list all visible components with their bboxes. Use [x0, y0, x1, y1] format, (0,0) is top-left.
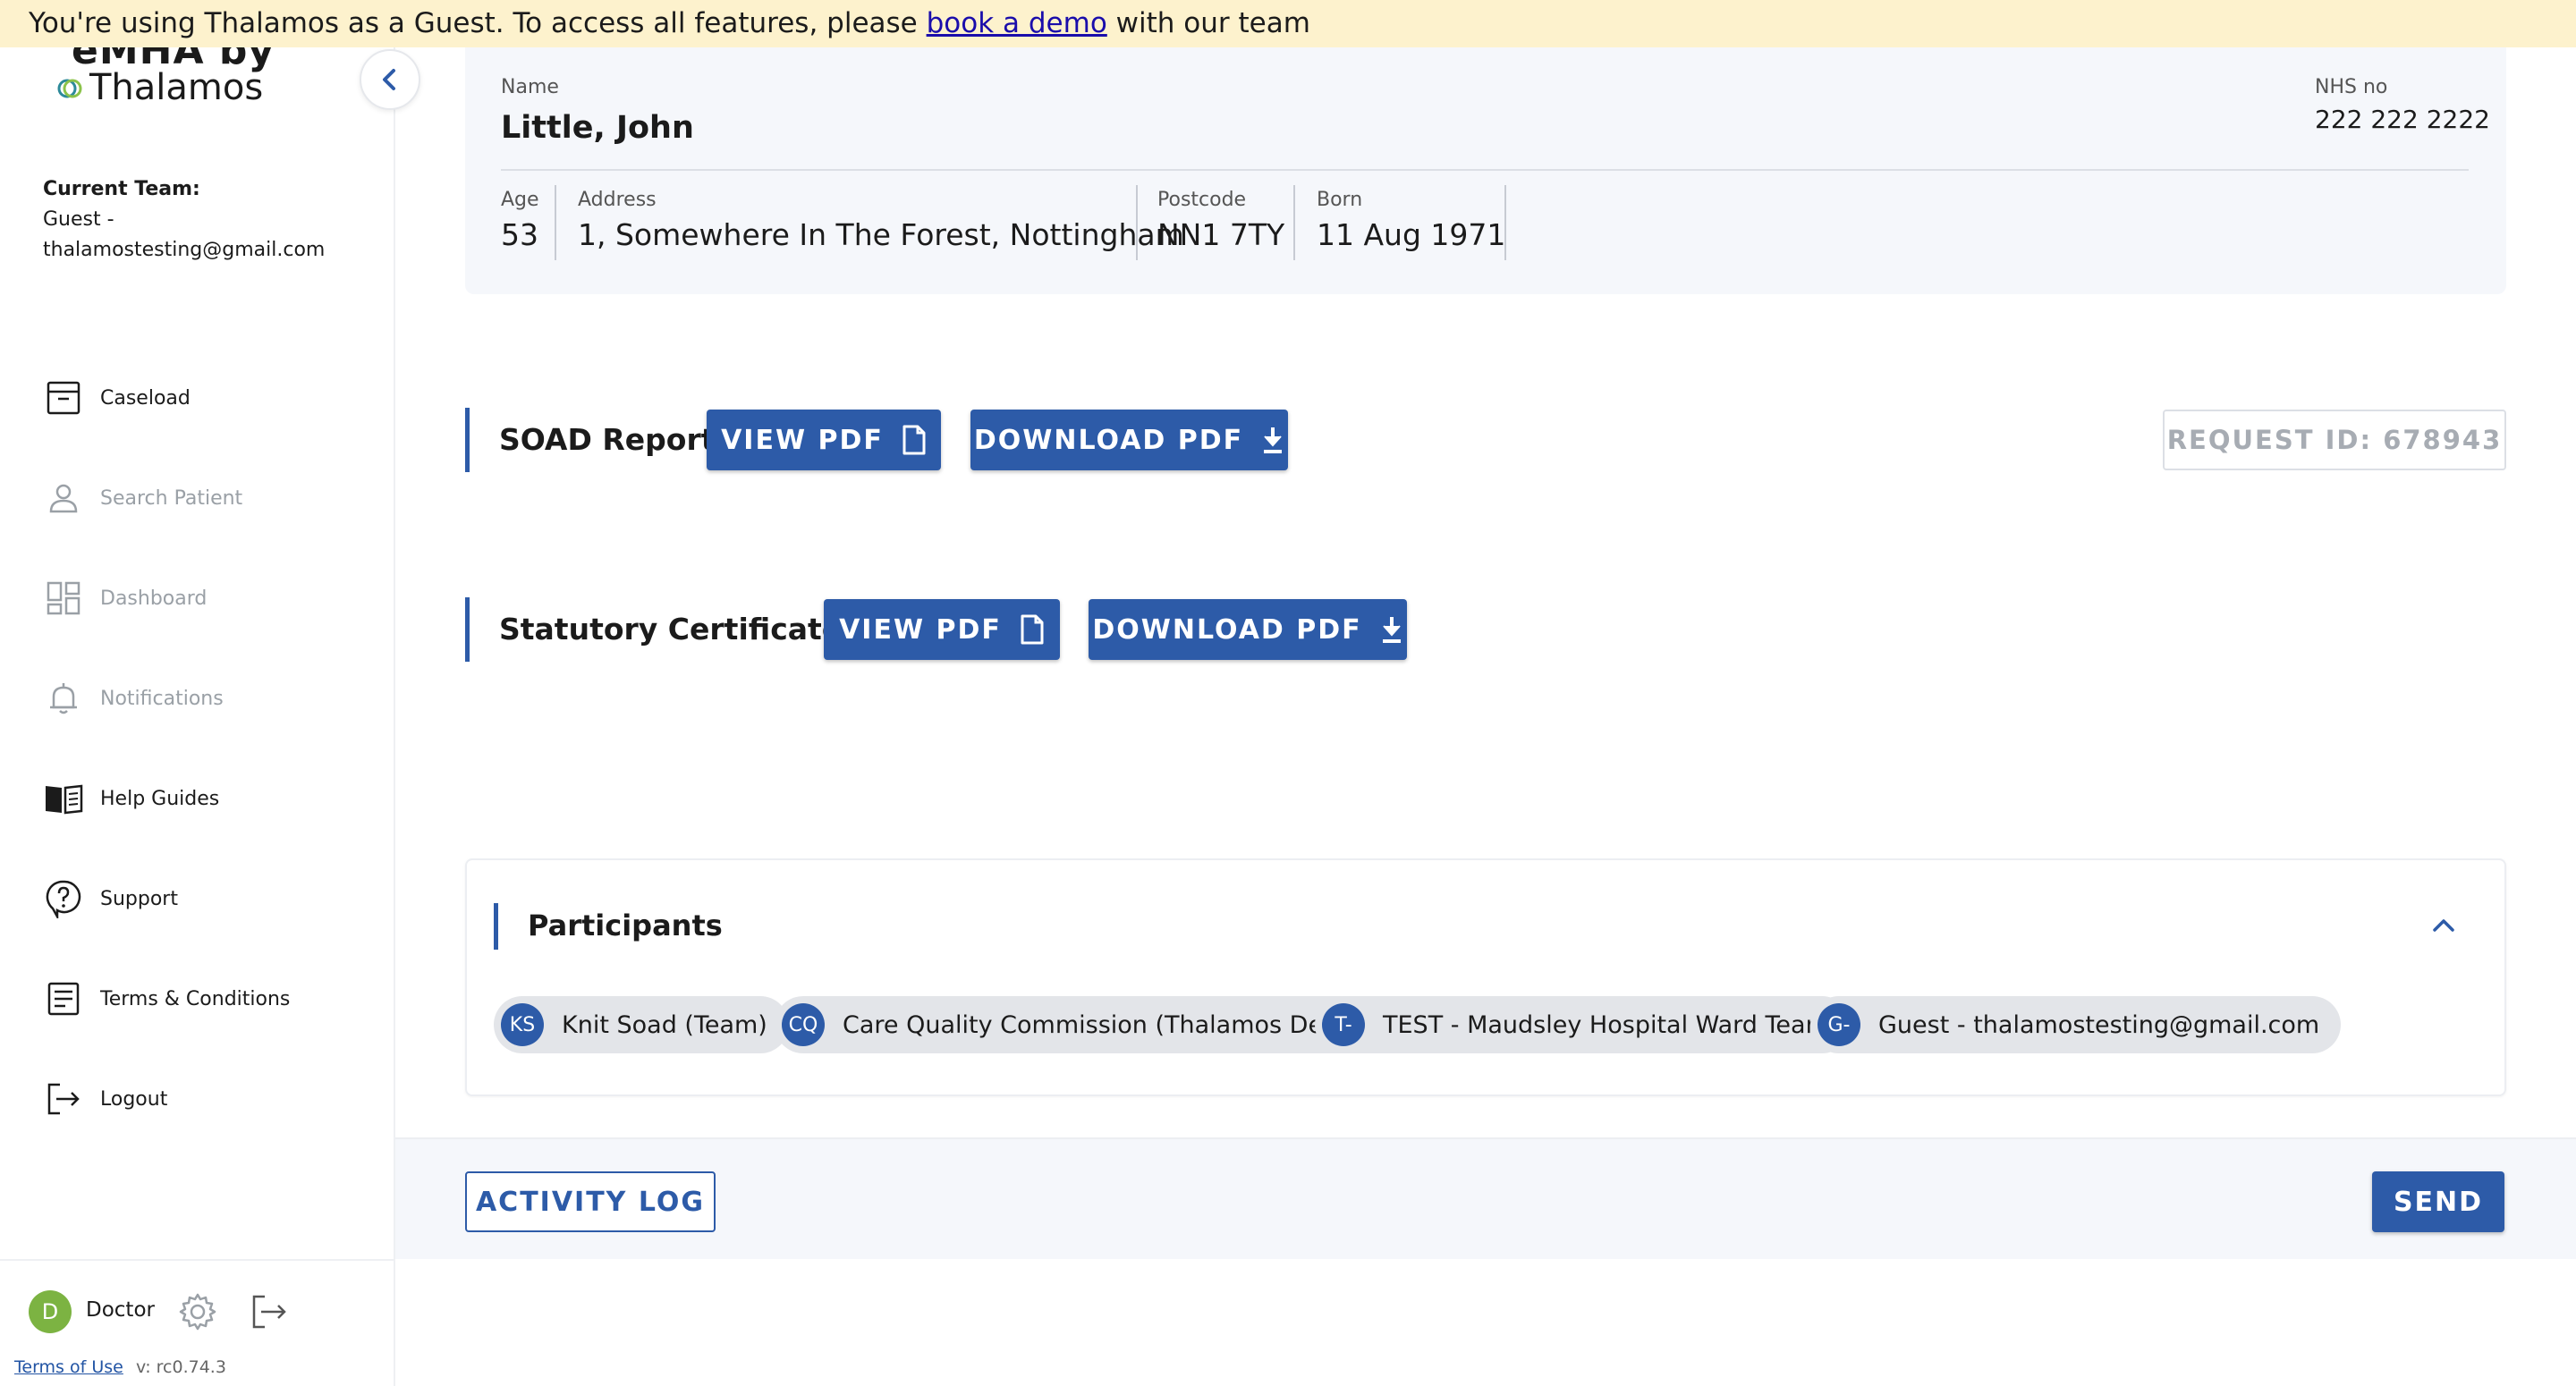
logout-icon [43, 1078, 84, 1120]
sidebar-item-label: Support [100, 887, 178, 910]
soad-view-pdf-button[interactable]: VIEW PDF [707, 410, 941, 470]
archive-box-icon [43, 377, 84, 418]
bell-icon [43, 678, 84, 719]
current-team-line1: Guest - [43, 208, 114, 231]
request-id-badge: REQUEST ID: 678943 [2163, 410, 2506, 470]
patient-address: 1, Somewhere In The Forest, Nottingham [578, 217, 1184, 252]
button-label: DOWNLOAD PDF [973, 424, 1244, 456]
participant-initials: KS [501, 1003, 544, 1046]
section-accent-bar [465, 408, 470, 472]
nhs-number: 222 222 2222 [2315, 105, 2490, 134]
sidebar-item-search-patient[interactable]: Search Patient [43, 471, 242, 525]
soad-download-pdf-button[interactable]: DOWNLOAD PDF [970, 410, 1288, 470]
banner-text-end: with our team [1106, 7, 1310, 39]
sidebar-item-logout[interactable]: Logout [43, 1072, 167, 1126]
statutory-certificates-title: Statutory Certificates [499, 612, 860, 647]
nhs-label: NHS no [2315, 76, 2388, 98]
participant-name: Guest - thalamostesting@gmail.com [1878, 1010, 2320, 1039]
patient-name: Little, John [501, 110, 694, 146]
book-demo-link[interactable]: book a demo [927, 7, 1107, 39]
sign-out-icon[interactable] [249, 1291, 290, 1332]
document-icon [1021, 614, 1044, 645]
sidebar-item-label: Notifications [100, 687, 224, 710]
address-label: Address [578, 189, 657, 211]
banner-text: You're using Thalamos as a Guest. To acc… [29, 7, 927, 39]
gear-icon[interactable] [177, 1291, 218, 1332]
chevron-left-icon [383, 69, 395, 90]
open-book-icon [43, 778, 84, 819]
button-label: VIEW PDF [721, 424, 884, 456]
button-label: VIEW PDF [839, 613, 1002, 646]
participant-name: Knit Soad (Team) [562, 1010, 767, 1039]
participant-chip[interactable]: KS Knit Soad (Team) [494, 996, 789, 1053]
question-bubble-icon [43, 878, 84, 919]
born-label: Born [1317, 189, 1363, 211]
current-team: Current Team: Guest - thalamostesting@gm… [43, 174, 325, 266]
avatar[interactable]: D [29, 1290, 72, 1333]
version-label: v: rc0.74.3 [136, 1357, 226, 1377]
separator [555, 185, 556, 260]
user-bar: D Doctor Terms of Use v: rc0.74.3 [0, 1259, 394, 1386]
separator [1504, 185, 1506, 260]
section-accent-bar [494, 903, 498, 950]
sidebar-item-help-guides[interactable]: Help Guides [43, 772, 219, 825]
sidebar-item-label: Help Guides [100, 787, 220, 810]
document-list-icon [43, 978, 84, 1019]
participant-initials: T- [1322, 1003, 1365, 1046]
logo-line2: Thalamos [89, 67, 264, 108]
separator [1293, 185, 1295, 260]
chevron-up-icon[interactable] [2426, 907, 2462, 942]
patient-born: 11 Aug 1971 [1317, 217, 1506, 252]
section-accent-bar [465, 597, 470, 662]
sidebar-item-label: Terms & Conditions [100, 987, 291, 1010]
collapse-sidebar-button[interactable] [360, 49, 420, 110]
sidebar-item-caseload[interactable]: Caseload [43, 371, 191, 425]
document-icon [902, 425, 926, 455]
grid-icon [43, 578, 84, 619]
participant-initials: G- [1818, 1003, 1860, 1046]
patient-age: 53 [501, 217, 538, 252]
current-team-label: Current Team: [43, 178, 200, 200]
sidebar-item-notifications[interactable]: Notifications [43, 672, 224, 725]
sidebar-item-label: Search Patient [100, 486, 243, 510]
sidebar-item-dashboard[interactable]: Dashboard [43, 571, 207, 625]
terms-of-use-link[interactable]: Terms of Use [14, 1357, 123, 1377]
guest-banner: You're using Thalamos as a Guest. To acc… [0, 0, 2576, 47]
sidebar-item-label: Caseload [100, 386, 191, 410]
sidebar-item-label: Logout [100, 1087, 168, 1111]
divider [501, 169, 2469, 171]
participant-name: Care Quality Commission (Thalamos Dev) [843, 1010, 1347, 1039]
download-icon [1264, 427, 1283, 453]
participant-chip[interactable]: T- TEST - Maudsley Hospital Ward Team [1315, 996, 1851, 1053]
person-icon [43, 477, 84, 519]
sidebar: eMHA by Thalamos Current Team: Guest - t… [0, 47, 420, 1386]
button-label: DOWNLOAD PDF [1092, 613, 1362, 646]
patient-postcode: NN1 7TY [1157, 217, 1285, 252]
participant-name: TEST - Maudsley Hospital Ward Team [1383, 1010, 1829, 1039]
age-label: Age [501, 189, 539, 211]
sidebar-item-label: Dashboard [100, 587, 208, 610]
download-icon [1382, 617, 1401, 643]
thalamos-logo-icon [57, 79, 82, 98]
app-logo[interactable]: eMHA by Thalamos [54, 47, 277, 110]
sidebar-item-support[interactable]: Support [43, 872, 178, 925]
participant-chip[interactable]: G- Guest - thalamostesting@gmail.com [1810, 996, 2342, 1053]
action-bar: ACTIVITY LOG SEND [395, 1137, 2576, 1259]
send-button[interactable]: SEND [2372, 1171, 2504, 1232]
certificates-view-pdf-button[interactable]: VIEW PDF [824, 599, 1060, 660]
participants-panel: Participants KS Knit Soad (Team) CQ Care… [465, 858, 2506, 1096]
sidebar-item-terms-conditions[interactable]: Terms & Conditions [43, 972, 290, 1026]
participants-title: Participants [528, 909, 723, 942]
participant-chip[interactable]: CQ Care Quality Commission (Thalamos Dev… [775, 996, 1368, 1053]
name-label: Name [501, 76, 559, 98]
separator [1136, 185, 1138, 260]
participant-initials: CQ [782, 1003, 825, 1046]
current-team-line2: thalamostesting@gmail.com [43, 239, 326, 261]
certificates-download-pdf-button[interactable]: DOWNLOAD PDF [1089, 599, 1407, 660]
postcode-label: Postcode [1157, 189, 1247, 211]
user-role: Doctor [86, 1298, 155, 1322]
activity-log-button[interactable]: ACTIVITY LOG [465, 1171, 716, 1232]
soad-report-title: SOAD Report [499, 422, 716, 457]
patient-card: Name Little, John NHS no 222 222 2222 Ag… [465, 47, 2506, 294]
